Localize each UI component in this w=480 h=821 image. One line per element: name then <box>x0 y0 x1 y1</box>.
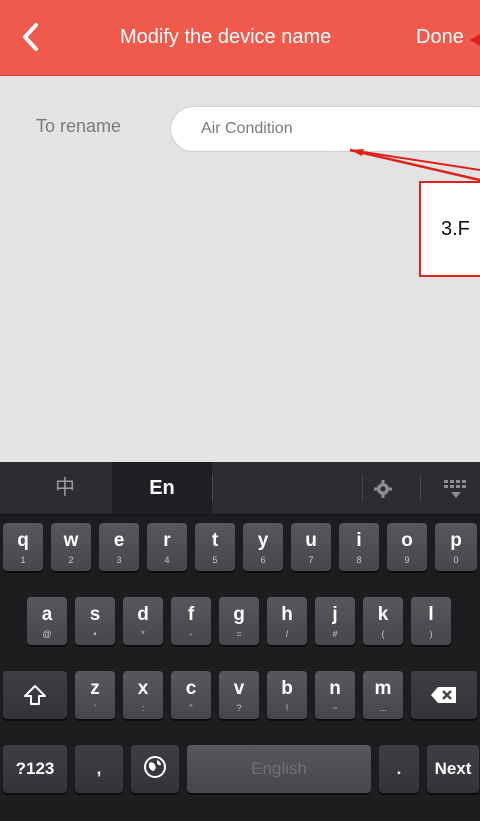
device-name-input[interactable]: Air Condition <box>170 106 480 152</box>
shift-key[interactable] <box>3 671 67 719</box>
rename-label: To rename <box>36 116 122 136</box>
page-title: Modify the device name <box>120 26 332 48</box>
key-x[interactable]: x: <box>123 671 163 719</box>
key-m[interactable]: m... <box>363 671 403 719</box>
comma-key[interactable]: , <box>75 745 123 793</box>
key-b[interactable]: b! <box>267 671 307 719</box>
key-w[interactable]: w2 <box>51 523 91 571</box>
key-p[interactable]: p0 <box>435 523 477 571</box>
key-f[interactable]: f- <box>171 597 211 645</box>
symbols-key[interactable]: ?123 <box>3 745 67 793</box>
done-button[interactable]: Done <box>416 0 480 75</box>
key-c[interactable]: c " <box>171 671 211 719</box>
key-z[interactable]: z ' <box>75 671 115 719</box>
soft-keyboard: 中 En q1 w2 e3 r4 t5 y6 u7 i8 o9 p0 a@ s <box>0 462 480 821</box>
backspace-key[interactable] <box>411 671 477 719</box>
period-key[interactable]: . <box>379 745 419 793</box>
space-key[interactable]: English <box>187 745 371 793</box>
settings-gear-icon[interactable] <box>372 478 394 500</box>
key-u[interactable]: u7 <box>291 523 331 571</box>
key-g[interactable]: g = <box>219 597 259 645</box>
tab-chinese-input[interactable]: 中 <box>30 462 100 514</box>
key-e[interactable]: e3 <box>99 523 139 571</box>
key-v[interactable]: v? <box>219 671 259 719</box>
key-r[interactable]: r4 <box>147 523 187 571</box>
key-q[interactable]: q1 <box>3 523 43 571</box>
key-k[interactable]: k( <box>363 597 403 645</box>
globe-key[interactable] <box>131 745 179 793</box>
key-o[interactable]: o9 <box>387 523 427 571</box>
key-i[interactable]: i8 <box>339 523 379 571</box>
tab-english-input[interactable]: En <box>112 462 212 514</box>
key-t[interactable]: t5 <box>195 523 235 571</box>
key-s[interactable]: s • <box>75 597 115 645</box>
shift-arrow-icon <box>24 685 46 705</box>
keyboard-toolbar: 中 En <box>0 462 480 515</box>
globe-icon <box>144 756 166 778</box>
key-a[interactable]: a @ <box>27 597 67 645</box>
hide-keyboard-icon[interactable] <box>442 478 470 500</box>
key-d[interactable]: d * <box>123 597 163 645</box>
back-arrow-icon[interactable] <box>20 22 42 52</box>
next-key[interactable]: Next <box>427 745 479 793</box>
app-header: Modify the device name Done <box>0 0 480 76</box>
key-l[interactable]: l) <box>411 597 451 645</box>
key-n[interactable]: n ~ <box>315 671 355 719</box>
backspace-icon <box>431 687 456 703</box>
key-h[interactable]: h / <box>267 597 307 645</box>
key-y[interactable]: y6 <box>243 523 283 571</box>
key-j[interactable]: j # <box>315 597 355 645</box>
annotation-callout: 3.F <box>419 181 480 277</box>
